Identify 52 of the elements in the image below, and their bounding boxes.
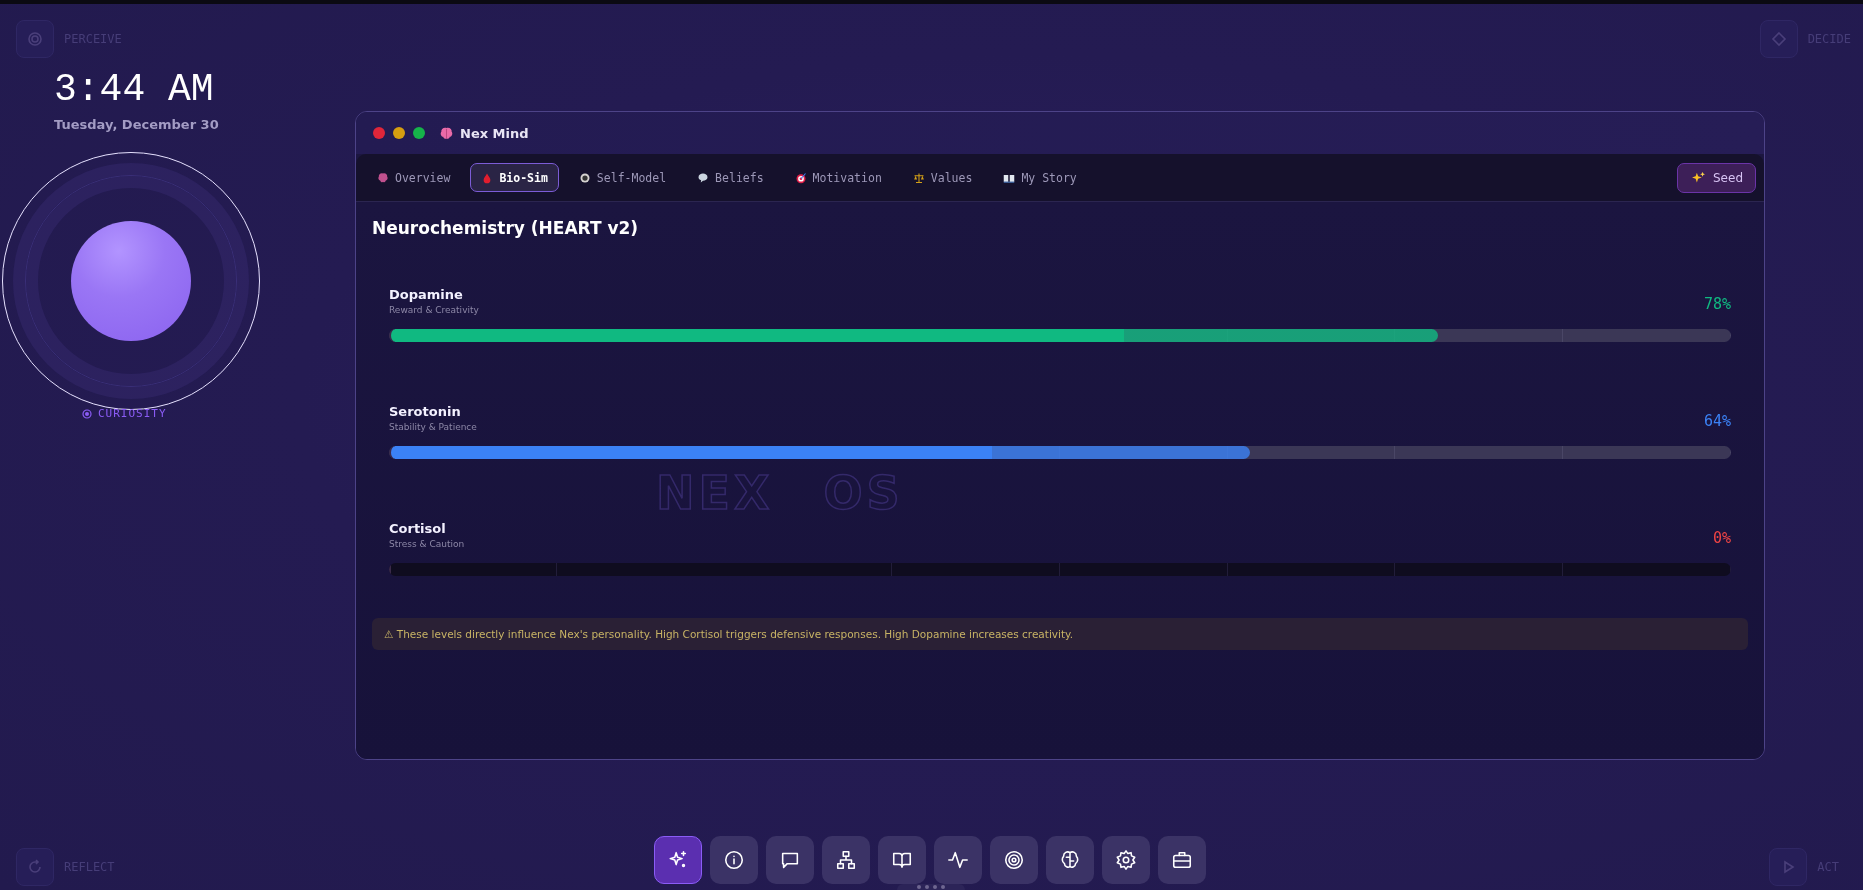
- pulse-icon: [946, 849, 969, 871]
- level-reading: 64%: [1703, 412, 1731, 430]
- tab[interactable]: My Story: [992, 163, 1088, 192]
- tab[interactable]: Values: [901, 163, 984, 192]
- pulse-button[interactable]: [933, 836, 982, 884]
- speech-bubble-icon: [697, 171, 710, 184]
- chat-button[interactable]: [765, 836, 814, 884]
- window-title: Nex Mind: [460, 125, 529, 141]
- info-icon: [722, 849, 745, 871]
- tab[interactable]: Self-Model: [567, 163, 678, 192]
- tab[interactable]: Overview: [366, 163, 462, 192]
- play-icon: [1769, 848, 1808, 886]
- chemical-name: Dopamine: [389, 287, 464, 302]
- minimize-button[interactable]: [393, 127, 405, 139]
- dock-handle[interactable]: [897, 884, 965, 890]
- dot-icon: [82, 408, 92, 419]
- chemical-description: Stability & Patience: [389, 422, 477, 432]
- brain-icon: [439, 125, 454, 141]
- warning-notice: ⚠ These levels directly influence Nex's personality. High Cortisol triggers defensive responses. High Dopamine increases creativity.: [372, 618, 1748, 650]
- tab[interactable]: Beliefs: [686, 163, 775, 192]
- hierarchy-button[interactable]: [821, 836, 870, 884]
- chemical-name: Cortisol: [389, 521, 447, 536]
- chemical-name: Serotonin: [389, 404, 462, 419]
- chemical-description: Reward & Creativity: [389, 305, 479, 315]
- seed-button[interactable]: Seed: [1677, 162, 1756, 193]
- book-button[interactable]: [877, 836, 926, 884]
- refresh-icon: [16, 848, 54, 886]
- sparkles-icon: [1692, 171, 1705, 184]
- brain-button[interactable]: [1045, 836, 1094, 884]
- briefcase-button[interactable]: [1157, 836, 1206, 884]
- tab[interactable]: Motivation: [783, 163, 893, 192]
- settings-button[interactable]: [1101, 836, 1150, 884]
- sparkles-button[interactable]: [653, 836, 702, 884]
- briefcase-icon: [1170, 849, 1193, 871]
- target-icon: [794, 171, 807, 184]
- settings-icon: [1114, 849, 1137, 871]
- level-reading: 78%: [1703, 295, 1731, 313]
- clock-date: Tuesday, December 30: [54, 117, 220, 132]
- scales-icon: [912, 171, 925, 184]
- tab[interactable]: Bio-Sim: [470, 163, 559, 192]
- hierarchy-icon: [834, 849, 857, 871]
- target-button[interactable]: [989, 836, 1038, 884]
- maximize-button[interactable]: [413, 127, 425, 139]
- chemical-description: Stress & Caution: [389, 539, 465, 549]
- close-button[interactable]: [373, 127, 385, 139]
- info-button[interactable]: [709, 836, 758, 884]
- section-heading: Neurochemistry (HEART v2): [372, 218, 640, 238]
- brain-icon: [377, 171, 389, 184]
- mood-label: CURIOSITY: [98, 407, 167, 420]
- level-reading: 0%: [1712, 529, 1731, 547]
- clock-time: 3:44 AM: [54, 68, 215, 112]
- target-icon: [1002, 849, 1025, 871]
